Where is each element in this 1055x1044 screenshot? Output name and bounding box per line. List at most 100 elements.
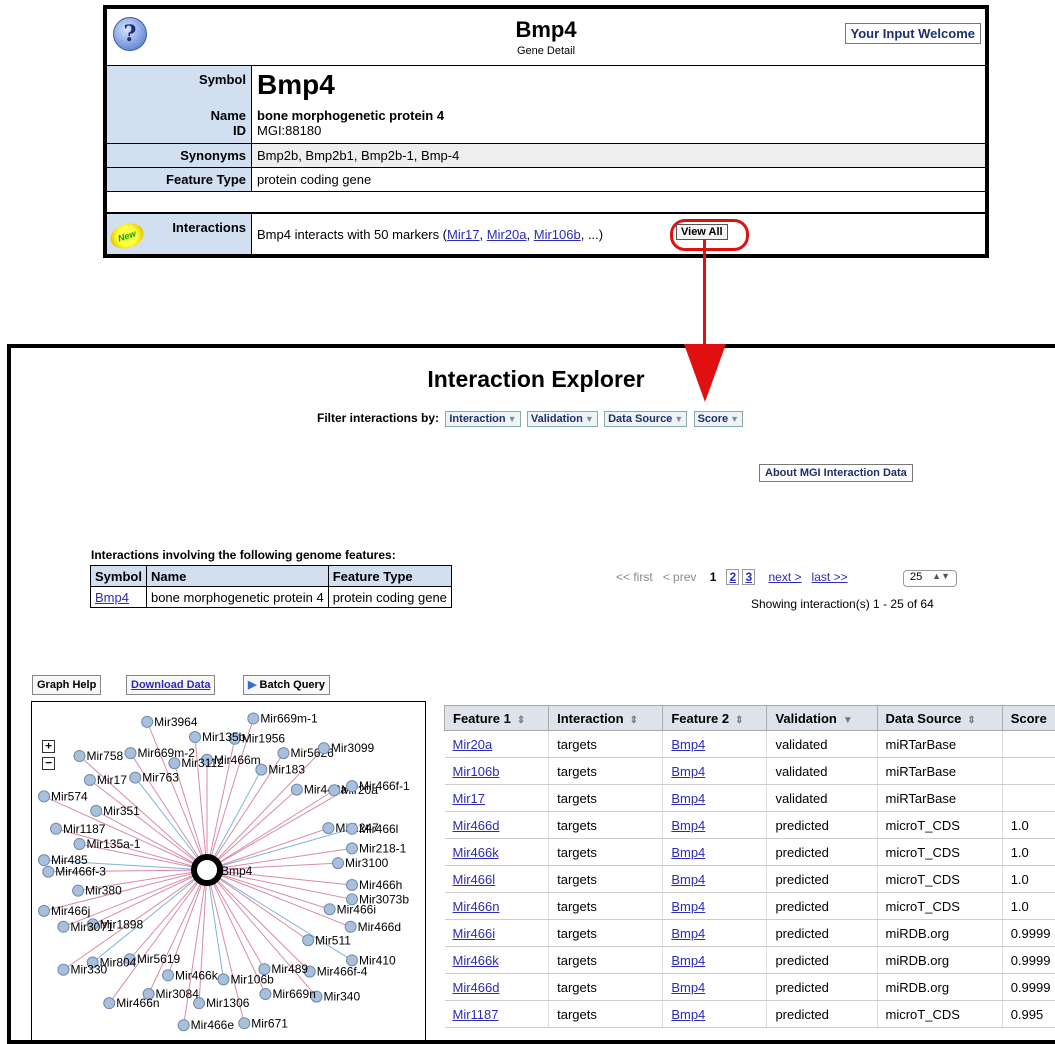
filter-validation-button[interactable]: Validation▼ [527, 411, 598, 427]
feature-1-link[interactable]: Mir106b [453, 764, 500, 779]
column-header[interactable]: Score [1002, 706, 1055, 731]
graph-center-node[interactable] [194, 857, 220, 883]
pager-next[interactable]: next > [769, 570, 802, 584]
id-value: MGI:88180 [257, 123, 321, 138]
sort-icon[interactable]: ▼ [843, 715, 853, 726]
graph-node[interactable] [260, 988, 271, 999]
graph-node[interactable] [332, 858, 343, 869]
feature-2-link[interactable]: Bmp4 [671, 737, 705, 752]
feature-2-link[interactable]: Bmp4 [671, 845, 705, 860]
table-row: Mir106btargetsBmp4validatedmiRTarBase [445, 758, 1055, 785]
feature-1-link[interactable]: Mir20a [453, 737, 493, 752]
feature-2-link[interactable]: Bmp4 [671, 1007, 705, 1022]
feature-2-link[interactable]: Bmp4 [671, 764, 705, 779]
download-data-button[interactable]: Download Data [126, 675, 215, 695]
graph-node[interactable] [329, 785, 340, 796]
network-graph[interactable]: Mir466mMir1956Mir669m-1Mir183Mir5626Mir3… [31, 701, 426, 1041]
filter-interaction-button[interactable]: Interaction▼ [445, 411, 520, 427]
graph-node[interactable] [58, 964, 69, 975]
graph-node[interactable] [318, 743, 329, 754]
column-header[interactable]: Validation▼ [767, 706, 877, 731]
graph-node[interactable] [58, 921, 69, 932]
graph-node[interactable] [91, 805, 102, 816]
graph-node[interactable] [39, 905, 50, 916]
graph-node[interactable] [73, 885, 84, 896]
pager-page-2[interactable]: 2 [726, 569, 739, 585]
graph-node[interactable] [218, 974, 229, 985]
feature-1-link[interactable]: Mir17 [453, 791, 486, 806]
feature-2-link[interactable]: Bmp4 [671, 980, 705, 995]
interaction-link-mir106b[interactable]: Mir106b [534, 227, 581, 242]
graph-node[interactable] [163, 970, 174, 981]
graph-node[interactable] [169, 758, 180, 769]
graph-node[interactable] [74, 750, 85, 761]
graph-node[interactable] [347, 823, 358, 834]
feature-2-link[interactable]: Bmp4 [671, 926, 705, 941]
page-size-select[interactable]: 25 ▲▼ [903, 570, 957, 587]
feature-2-link[interactable]: Bmp4 [671, 953, 705, 968]
feature-1-link[interactable]: Mir466k [453, 953, 499, 968]
graph-node[interactable] [43, 866, 54, 877]
feature-1-link[interactable]: Mir466k [453, 845, 499, 860]
graph-node[interactable] [189, 732, 200, 743]
feature-1-link[interactable]: Mir1187 [453, 1007, 499, 1022]
graph-node[interactable] [347, 880, 358, 891]
graph-help-button[interactable]: Graph Help [32, 675, 101, 695]
feature-1-link[interactable]: Mir466l [453, 872, 496, 887]
feature-1-link[interactable]: Mir466n [453, 899, 500, 914]
feature-2-link[interactable]: Bmp4 [671, 791, 705, 806]
graph-node[interactable] [84, 774, 95, 785]
filter-data-source-button[interactable]: Data Source▼ [604, 411, 687, 427]
graph-node[interactable] [178, 1020, 189, 1031]
graph-node[interactable] [142, 716, 153, 727]
zoom-in-icon[interactable]: + [42, 740, 55, 753]
graph-node[interactable] [347, 843, 358, 854]
table-cell: Bmp4 [663, 893, 767, 920]
pager-page-3[interactable]: 3 [742, 569, 755, 585]
filter-score-button[interactable]: Score▼ [694, 411, 744, 427]
feature-2-link[interactable]: Bmp4 [671, 872, 705, 887]
interaction-link-mir17[interactable]: Mir17 [447, 227, 480, 242]
graph-node[interactable] [248, 713, 259, 724]
graph-node[interactable] [239, 1018, 250, 1029]
network-graph-svg[interactable]: Mir466mMir1956Mir669m-1Mir183Mir5626Mir3… [32, 702, 426, 1041]
sort-icon[interactable]: ⇕ [967, 715, 975, 726]
graph-node[interactable] [278, 748, 289, 759]
interaction-link-mir20a[interactable]: Mir20a [487, 227, 527, 242]
graph-node[interactable] [51, 823, 62, 834]
view-all-button[interactable]: View All [676, 224, 728, 240]
feature-2-link[interactable]: Bmp4 [671, 818, 705, 833]
sort-icon[interactable]: ⇕ [630, 715, 638, 726]
column-header[interactable]: Feature 1⇕ [445, 706, 549, 731]
your-input-welcome-button[interactable]: Your Input Welcome [845, 23, 981, 44]
graph-node[interactable] [74, 838, 85, 849]
graph-node[interactable] [125, 748, 136, 759]
symbol-link[interactable]: Bmp4 [95, 590, 129, 605]
cell-text: 0.9999 [1011, 926, 1051, 941]
graph-node[interactable] [104, 998, 115, 1009]
graph-node[interactable] [303, 935, 314, 946]
sort-icon[interactable]: ⇕ [517, 715, 525, 726]
sort-icon[interactable]: ⇕ [735, 715, 743, 726]
column-header[interactable]: Interaction⇕ [549, 706, 663, 731]
batch-query-button[interactable]: ▶ Batch Query [243, 675, 330, 695]
graph-node[interactable] [324, 904, 335, 915]
feature-1-link[interactable]: Mir466i [453, 926, 496, 941]
column-header[interactable]: Data Source⇕ [877, 706, 1002, 731]
graph-node[interactable] [347, 781, 358, 792]
zoom-out-icon[interactable]: − [42, 757, 55, 770]
graph-node[interactable] [39, 791, 50, 802]
pager-last[interactable]: last >> [812, 570, 848, 584]
column-header[interactable]: Feature 2⇕ [663, 706, 767, 731]
feature-1-link[interactable]: Mir466d [453, 818, 500, 833]
feature-1-link[interactable]: Mir466d [453, 980, 500, 995]
graph-node-label: Mir5619 [137, 952, 181, 966]
graph-node[interactable] [39, 855, 50, 866]
graph-node[interactable] [256, 764, 267, 775]
graph-node[interactable] [323, 823, 334, 834]
graph-node[interactable] [130, 772, 141, 783]
graph-node[interactable] [291, 784, 302, 795]
about-interaction-data-button[interactable]: About MGI Interaction Data [759, 464, 913, 482]
graph-node[interactable] [345, 921, 356, 932]
feature-2-link[interactable]: Bmp4 [671, 899, 705, 914]
